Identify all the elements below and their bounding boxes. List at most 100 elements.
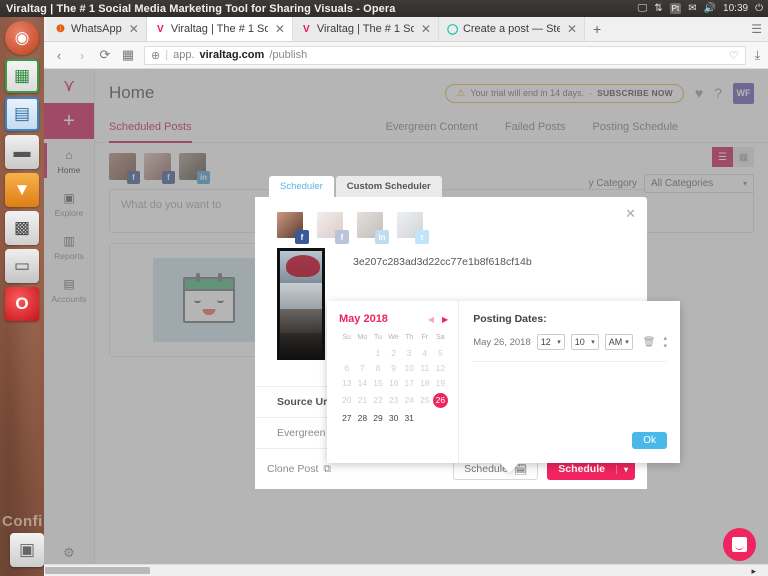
calendar-day-disabled: 16 [388,377,399,388]
weekday-label: We [388,334,399,341]
launcher-icon-calculator[interactable]: ▩ [5,211,39,245]
calendar-day[interactable]: 31 [401,410,417,425]
close-icon[interactable]: ✕ [129,22,139,36]
posting-date-row: May 26, 2018 12 ▾ 10 ▾ AM ▾ 🗑 ▴ ▾ [473,334,667,350]
calendar-day-disabled: 12 [435,362,446,373]
trash-icon[interactable]: 🗑 [643,337,656,348]
clone-post-label: Clone Post [267,463,319,475]
tab-title: Viraltag | The # 1 Soc [170,23,268,35]
prev-month-button[interactable]: ◀ [428,315,434,324]
account-avatar[interactable]: in [357,212,389,244]
launcher-icon-downloads[interactable]: ▼ [5,173,39,207]
calendar-day[interactable]: 28 [355,410,371,425]
back-button[interactable]: ‹ [52,48,66,63]
post-thumbnail[interactable] [277,248,325,360]
power-icon[interactable]: ⏻ [755,3,763,14]
browser-tab[interactable]: V Viraltag | The # 1 Soc ✕ [292,17,439,41]
calendar-day[interactable]: 30 [386,410,402,425]
account-avatar[interactable]: t [397,212,429,244]
weekday-label: Mo [357,334,368,341]
launcher-icon-libreoffice-calc[interactable]: ▦ [5,59,39,93]
calendar-day-disabled: 5 [438,347,443,358]
launcher-icon-libreoffice-impress[interactable]: ▤ [5,97,39,131]
clone-post-button[interactable]: Clone Post ⧉ [267,463,331,476]
url-separator: | [165,49,169,61]
stepper-down-icon[interactable]: ▾ [663,343,667,350]
keyboard-layout-indicator[interactable]: Pt [669,3,682,14]
close-icon[interactable]: ✕ [567,22,577,36]
weekday-label: Su [342,334,352,341]
reload-button[interactable]: ⟳ [98,47,112,63]
mail-icon[interactable]: ✉ [688,3,696,14]
address-bar[interactable]: ⊕ | app. viraltag.com/publish ♡ [144,45,746,65]
schedule-button-label: Schedule [558,463,605,475]
browser-tab[interactable]: ◯ Create a post — Stee ✕ [438,17,585,41]
os-title-bar: Viraltag | The # 1 Social Media Marketin… [0,0,768,17]
calendar-day-disabled: 21 [357,395,368,405]
viraltag-icon: V [156,23,164,35]
hour-select[interactable]: 12 ▾ [536,334,565,350]
calendar-week-row: 6 7 8 9 10 11 12 [339,360,448,375]
horizontal-scrollbar[interactable]: ▸ [44,564,768,575]
chevron-down-icon: ▾ [557,339,561,346]
calendar-day-empty [339,345,355,360]
calendar-day-disabled: 22 [373,395,383,405]
posting-date-text: May 26, 2018 [473,336,531,348]
mouse-cursor: ▸ [751,566,756,575]
launcher-icon-printer[interactable]: ▬ [5,135,39,169]
calendar-day-disabled: 15 [373,377,383,388]
chevron-down-icon[interactable]: ▾ [615,464,635,474]
wallpaper-text: Confi [2,513,43,530]
facebook-icon: f [295,230,309,244]
time-stepper[interactable]: ▴ ▾ [663,335,667,350]
account-avatar[interactable]: f [317,212,349,244]
scrollbar-thumb[interactable] [45,567,150,574]
network-updown-icon[interactable]: ⇅ [654,3,662,14]
close-icon[interactable]: ✕ [625,206,636,222]
tab-scheduler[interactable]: Scheduler [269,176,334,197]
account-avatar-selected[interactable]: f [277,212,309,244]
calendar-pane: May 2018 ◀ ▶ Su Mo Tu We Th Fr Sa 1 2 3 … [327,301,460,463]
launcher-icon-files[interactable]: ▭ [5,249,39,283]
browser-tab[interactable]: V Viraltag | The # 1 Soc ✕ [146,17,293,41]
volume-icon[interactable]: 🔊 [704,3,716,14]
calendar-day-empty [355,345,371,360]
calendar-day-disabled: 18 [420,377,430,388]
calendar-day-disabled: 9 [391,362,396,373]
close-icon[interactable]: ✕ [275,22,285,36]
display-icon[interactable]: 🖵 [638,3,648,14]
next-month-button[interactable]: ▶ [442,315,448,324]
meridiem-select[interactable]: AM ▾ [604,334,633,350]
calendar-day-disabled: 4 [422,347,428,358]
clock[interactable]: 10:39 [723,3,748,14]
divider [473,361,667,362]
speed-dial-button[interactable]: ▦ [121,47,135,63]
minute-select[interactable]: 10 ▾ [570,334,599,350]
launcher-icon-ubuntu-dash[interactable]: ◉ [5,21,39,55]
calendar-day-disabled: 19 [435,377,446,388]
calendar-day[interactable]: 29 [370,410,386,425]
tab-menu-icon[interactable]: ☰ [745,17,768,41]
close-icon[interactable]: ✕ [421,22,431,36]
whatsapp-icon: ❶ [56,23,65,35]
tab-title: Create a post — Stee [462,23,560,35]
calendar-day-disabled: 7 [360,362,365,373]
calendar-nav: ◀ ▶ [428,315,448,324]
viraltag-icon: V [303,23,310,35]
launcher-icon-opera[interactable]: O [5,287,39,321]
system-tray: 🖵 ⇅ Pt ✉ 🔊 10:39 ⏻ [638,3,768,14]
new-tab-button[interactable]: + [585,17,609,41]
ok-button[interactable]: Ok [632,432,667,449]
launcher-icon-trash[interactable]: ▣ [10,533,44,567]
download-icon[interactable]: ⤓ [755,48,760,63]
browser-tab[interactable]: ❶ WhatsApp ✕ [47,17,147,41]
heart-icon[interactable]: ♡ [729,49,739,62]
calendar-day[interactable]: 27 [339,410,355,425]
stepper-up-icon[interactable]: ▴ [663,335,667,342]
linkedin-icon: in [375,230,389,244]
calendar-header: May 2018 ◀ ▶ [339,313,448,325]
forward-button[interactable]: › [75,48,89,63]
intercom-chat-button[interactable] [723,528,756,561]
tab-custom-scheduler[interactable]: Custom Scheduler [335,176,442,197]
calendar-day-selected[interactable]: 26 [432,390,449,410]
